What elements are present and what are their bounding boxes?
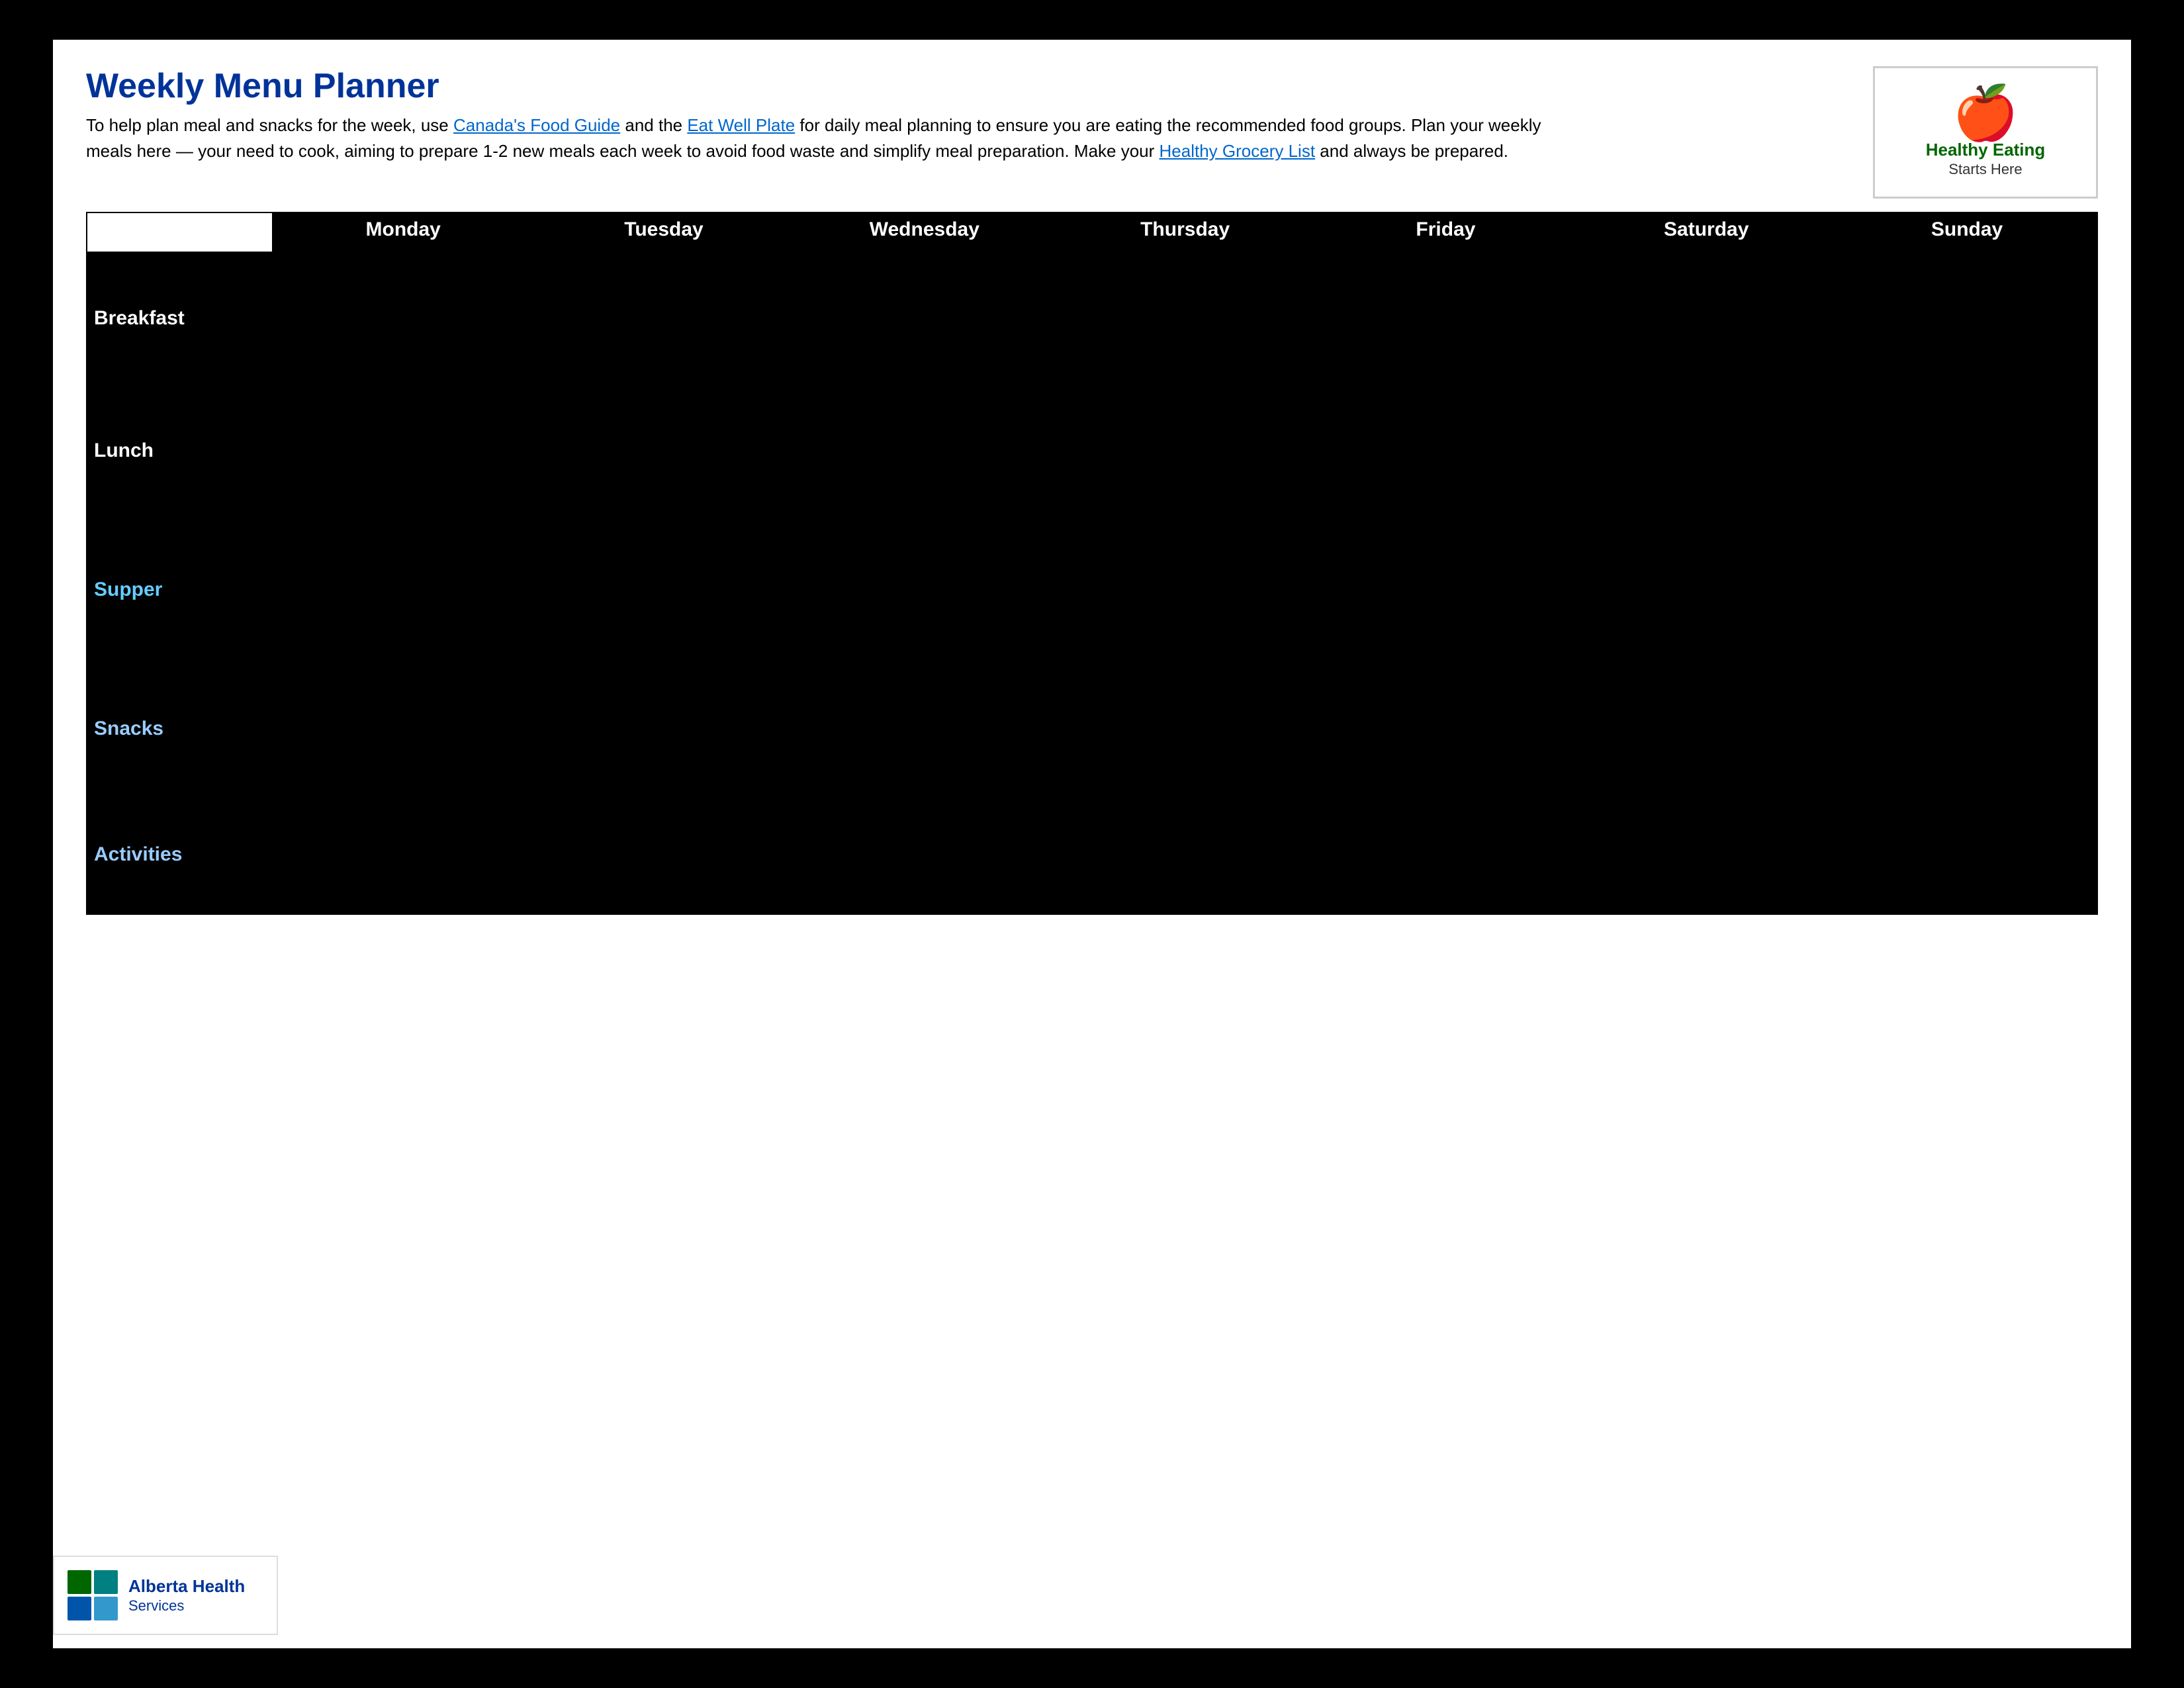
breakfast-wednesday[interactable] [794, 252, 1055, 385]
logo-area: 🍎 Healthy Eating Starts Here [1873, 66, 2098, 199]
snacks-friday[interactable] [1316, 663, 1576, 795]
activities-label: Activities [87, 795, 273, 914]
activities-friday[interactable] [1316, 795, 1576, 914]
snacks-sunday[interactable] [1837, 663, 2097, 795]
activities-saturday[interactable] [1576, 795, 1837, 914]
breakfast-sunday[interactable] [1837, 252, 2097, 385]
sq-teal [94, 1570, 118, 1594]
table-header-row: Monday Tuesday Wednesday Thursday Friday… [87, 212, 2097, 252]
footer: Alberta Health Services [53, 1556, 2131, 1635]
snacks-thursday[interactable] [1055, 663, 1316, 795]
canada-food-guide-link[interactable]: Canada's Food Guide [453, 115, 620, 135]
ahs-sub: Services [128, 1597, 245, 1615]
table-row: Supper [87, 517, 2097, 663]
lunch-thursday[interactable] [1055, 385, 1316, 517]
ahs-name: Alberta Health [128, 1576, 245, 1597]
breakfast-thursday[interactable] [1055, 252, 1316, 385]
supper-wednesday[interactable] [794, 517, 1055, 663]
planner-table: Monday Tuesday Wednesday Thursday Friday… [86, 212, 2098, 915]
activities-sunday[interactable] [1837, 795, 2097, 914]
snacks-wednesday[interactable] [794, 663, 1055, 795]
logo-box: 🍎 Healthy Eating Starts Here [1873, 66, 2098, 199]
activities-tuesday[interactable] [533, 795, 794, 914]
table-row: Lunch [87, 385, 2097, 517]
supper-thursday[interactable] [1055, 517, 1316, 663]
activities-thursday[interactable] [1055, 795, 1316, 914]
col-tuesday: Tuesday [533, 212, 794, 252]
logo-text-healthy: Healthy Eating [1926, 140, 2046, 160]
supper-monday[interactable] [273, 517, 533, 663]
header-left: Weekly Menu Planner To help plan meal an… [86, 66, 1846, 164]
breakfast-friday[interactable] [1316, 252, 1576, 385]
description: To help plan meal and snacks for the wee… [86, 113, 1542, 164]
apple-icon: 🍎 [1952, 87, 2019, 140]
snacks-saturday[interactable] [1576, 663, 1837, 795]
supper-sunday[interactable] [1837, 517, 2097, 663]
ahs-logo: Alberta Health Services [53, 1556, 278, 1635]
lunch-saturday[interactable] [1576, 385, 1837, 517]
breakfast-label: Breakfast [87, 252, 273, 385]
healthy-grocery-list-link[interactable]: Healthy Grocery List [1160, 141, 1316, 161]
lunch-sunday[interactable] [1837, 385, 2097, 517]
snacks-monday[interactable] [273, 663, 533, 795]
header-area: Weekly Menu Planner To help plan meal an… [86, 66, 2098, 199]
empty-header-cell [87, 212, 273, 252]
col-monday: Monday [273, 212, 533, 252]
activities-monday[interactable] [273, 795, 533, 914]
lunch-label: Lunch [87, 385, 273, 517]
eat-well-plate-link[interactable]: Eat Well Plate [687, 115, 795, 135]
lunch-wednesday[interactable] [794, 385, 1055, 517]
lunch-tuesday[interactable] [533, 385, 794, 517]
supper-tuesday[interactable] [533, 517, 794, 663]
ahs-squares-icon [68, 1570, 118, 1620]
table-row: Activities [87, 795, 2097, 914]
breakfast-tuesday[interactable] [533, 252, 794, 385]
col-wednesday: Wednesday [794, 212, 1055, 252]
col-saturday: Saturday [1576, 212, 1837, 252]
col-thursday: Thursday [1055, 212, 1316, 252]
sq-blue [68, 1597, 91, 1620]
breakfast-saturday[interactable] [1576, 252, 1837, 385]
sq-green [68, 1570, 91, 1594]
col-sunday: Sunday [1837, 212, 2097, 252]
ahs-text-block: Alberta Health Services [128, 1576, 245, 1614]
snacks-tuesday[interactable] [533, 663, 794, 795]
supper-friday[interactable] [1316, 517, 1576, 663]
table-row: Breakfast [87, 252, 2097, 385]
lunch-monday[interactable] [273, 385, 533, 517]
logo-text-starts: Starts Here [1948, 161, 2022, 178]
supper-label: Supper [87, 517, 273, 663]
supper-saturday[interactable] [1576, 517, 1837, 663]
lunch-friday[interactable] [1316, 385, 1576, 517]
page-title: Weekly Menu Planner [86, 66, 1846, 106]
table-row: Snacks [87, 663, 2097, 795]
breakfast-monday[interactable] [273, 252, 533, 385]
sq-lblue [94, 1597, 118, 1620]
snacks-label: Snacks [87, 663, 273, 795]
col-friday: Friday [1316, 212, 1576, 252]
activities-wednesday[interactable] [794, 795, 1055, 914]
